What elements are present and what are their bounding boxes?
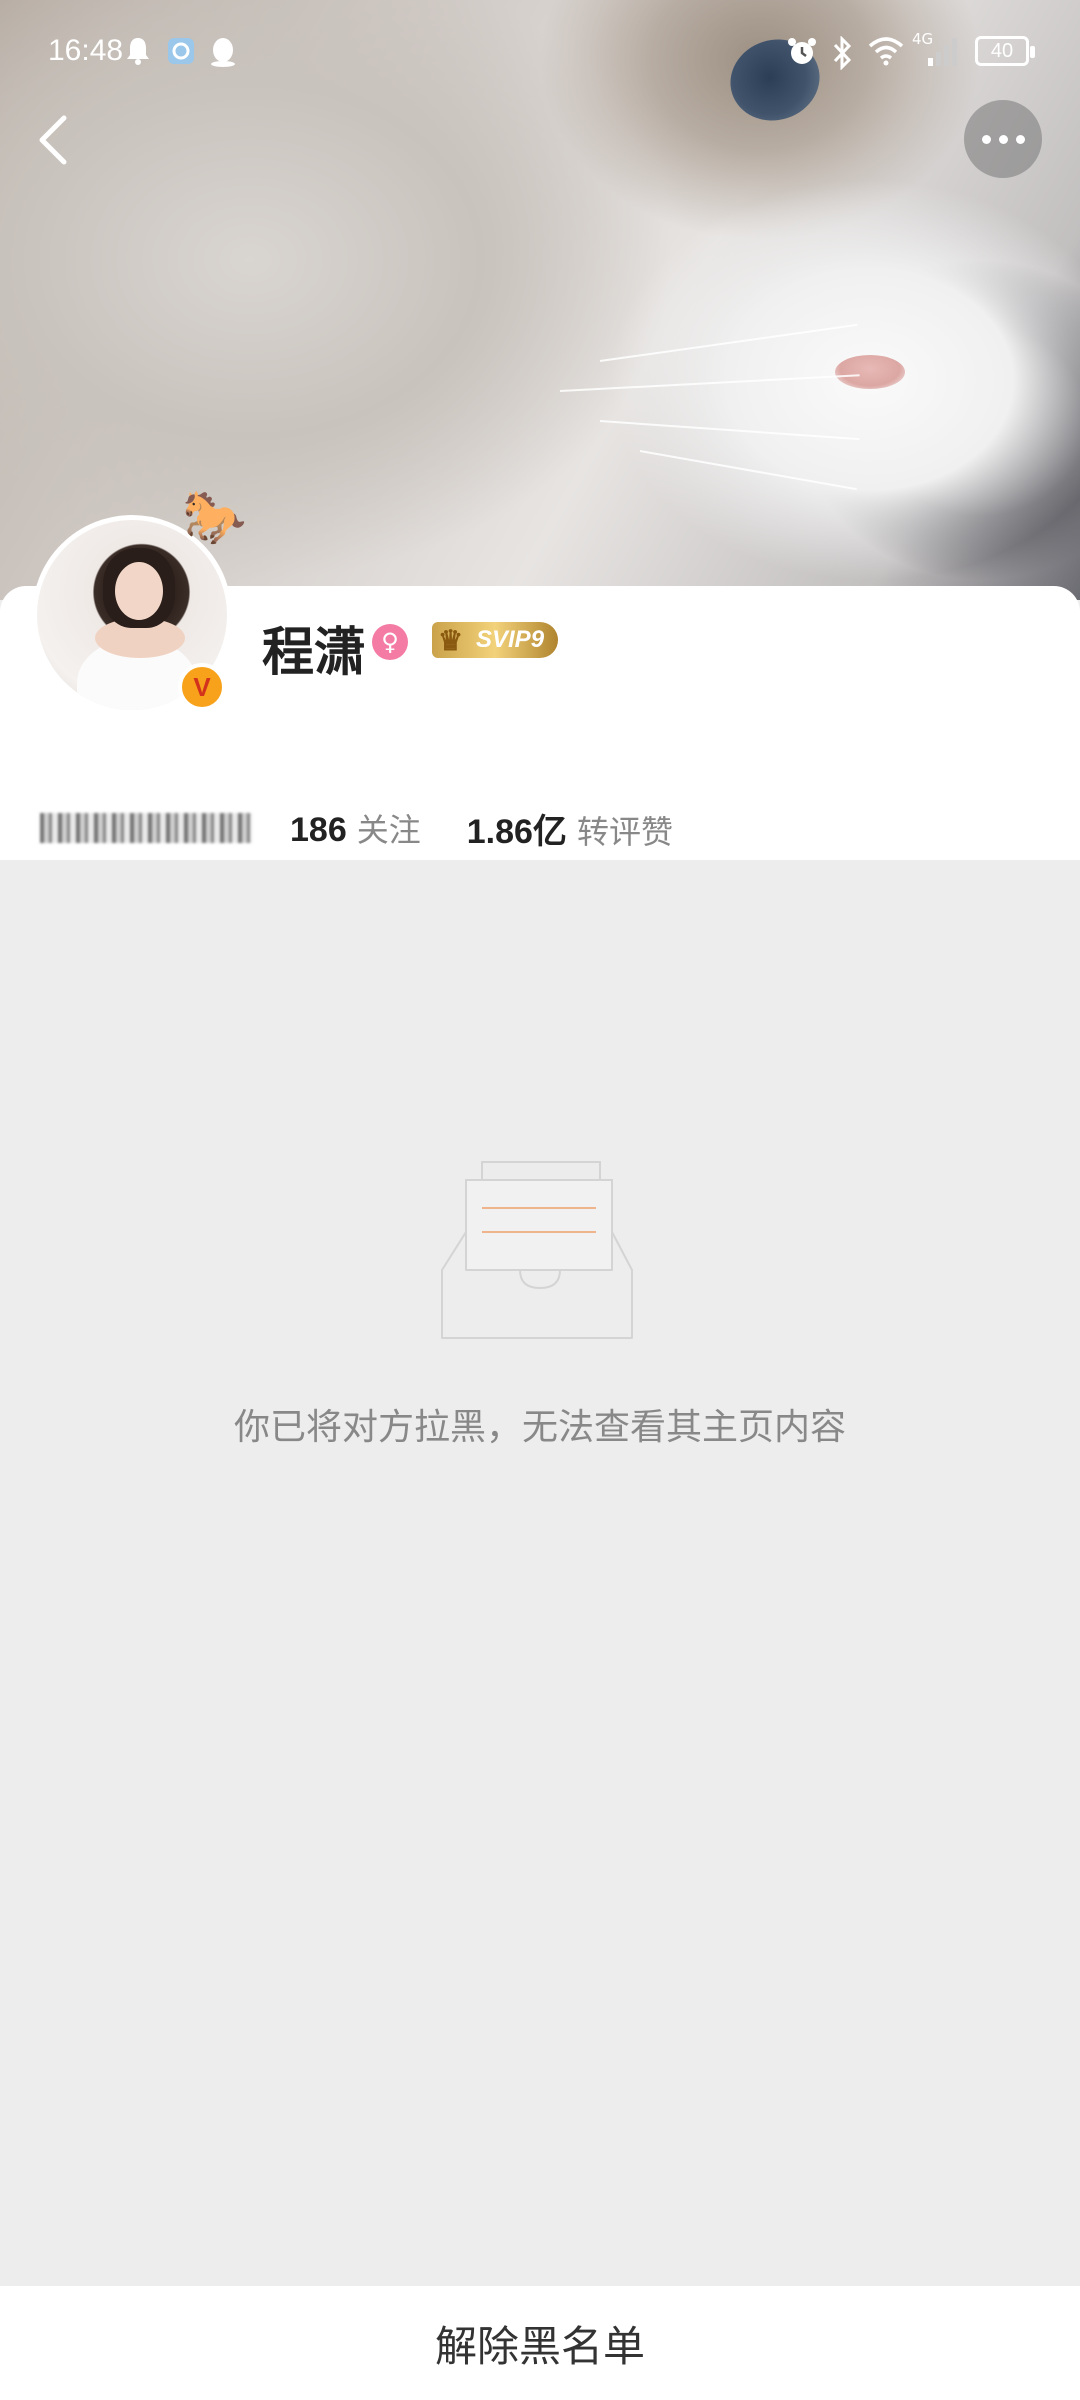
verified-badge-icon: V bbox=[178, 663, 226, 711]
app-notification-icon bbox=[166, 36, 196, 66]
stat-following-value: 186 bbox=[290, 811, 347, 849]
username: 程潇 bbox=[262, 622, 367, 683]
svip-badge[interactable]: ♛ SVIP9 bbox=[432, 622, 559, 658]
horse-pendant-icon: 🐎 bbox=[182, 488, 247, 548]
stat-following-label: 关注 bbox=[356, 811, 421, 849]
signal-icon: 4G bbox=[910, 30, 960, 70]
battery-icon: 40 bbox=[975, 36, 1035, 66]
empty-inbox-icon bbox=[441, 1161, 633, 1339]
back-button[interactable] bbox=[28, 110, 88, 170]
stat-rcl-label: 转评赞 bbox=[576, 812, 673, 851]
blurred-follower-count bbox=[40, 813, 252, 843]
status-bar: 16:48 4G 40 bbox=[0, 0, 1080, 104]
network-type: 4G bbox=[912, 30, 934, 48]
notification-bell-icon bbox=[124, 36, 152, 66]
avatar-container[interactable]: 🐎 V bbox=[32, 488, 247, 715]
status-time: 16:48 bbox=[48, 34, 124, 67]
female-gender-icon: ♀ bbox=[372, 624, 408, 660]
stat-following[interactable]: 186 关注 bbox=[290, 805, 421, 851]
stat-rcl-value: 1.86亿 bbox=[466, 812, 567, 851]
blocked-message: 你已将对方拉黑，无法查看其主页内容 bbox=[233, 1407, 846, 1448]
bluetooth-icon bbox=[830, 36, 854, 70]
qq-icon bbox=[208, 36, 238, 68]
cover-cat-nose bbox=[835, 355, 905, 389]
more-dots-icon bbox=[981, 134, 991, 144]
more-options-button[interactable] bbox=[964, 100, 1042, 178]
profile-page: 16:48 4G 40 🐎 V 程潇 ♀ ♛ SVIP9 186 关注 1.86… bbox=[0, 0, 1080, 2400]
stat-reposts-comments-likes[interactable]: 1.86亿 转评赞 bbox=[467, 804, 673, 853]
battery-level: 40 bbox=[990, 39, 1014, 62]
crown-icon: ♛ bbox=[438, 625, 464, 656]
alarm-icon bbox=[786, 36, 818, 68]
svip-label: SVIP9 bbox=[476, 626, 545, 653]
unblock-button-label: 解除黑名单 bbox=[434, 2321, 645, 2371]
unblock-button[interactable]: 解除黑名单 bbox=[0, 2286, 1080, 2400]
chevron-left-icon bbox=[39, 115, 67, 165]
profile-stats: 186 关注 1.86亿 转评赞 bbox=[40, 804, 719, 853]
wifi-icon bbox=[868, 36, 904, 66]
